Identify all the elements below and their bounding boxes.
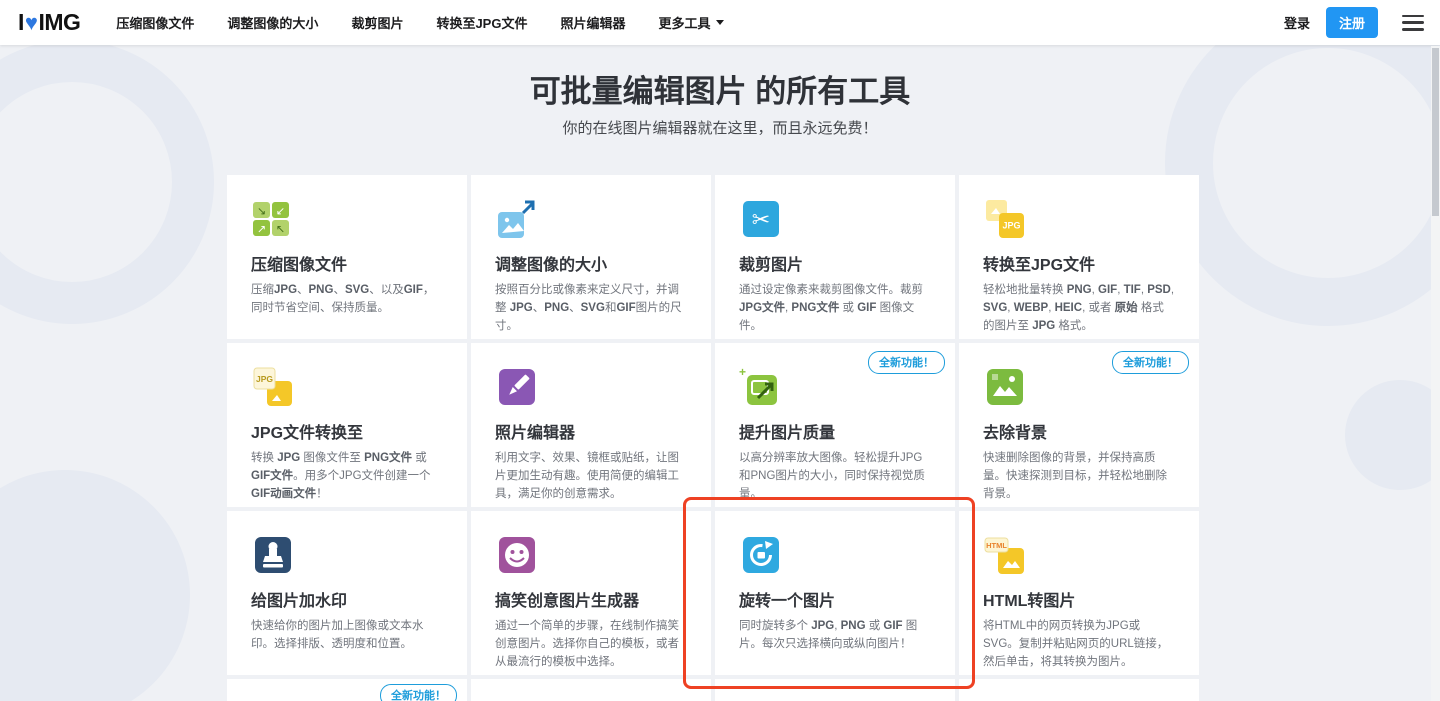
compress-image-icon: ↘ ↙ ↗ ↖: [251, 197, 295, 241]
navbar: I ♥ IMG 压缩图像文件 调整图像的大小 裁剪图片 转换至JPG文件 照片编辑器 更多…: [0, 0, 1440, 45]
tool-card[interactable]: 给图片加水印 快速给你的图片加上图像或文本水印。选择排版、透明度和位置。: [227, 511, 467, 675]
new-feature-badge: 全新功能！: [380, 684, 457, 701]
tool-card-description: 通过一个简单的步骤，在线制作搞笑创意图片。选择你自己的模板，或者从最流行的模板中…: [495, 620, 679, 668]
crop-image-icon: ✂: [739, 197, 783, 241]
tool-card[interactable]: 全新功能！ 去除背景 快速删除图像的背景，并保持高质量。快速探测到目标，并轻松地…: [959, 343, 1199, 507]
nav-item-convert-to-jpg[interactable]: 转换至JPG文件: [436, 13, 527, 32]
tool-card-title: 裁剪图片: [739, 257, 804, 274]
page: I ♥ IMG 压缩图像文件 调整图像的大小 裁剪图片 转换至JPG文件 照片编辑器 更多…: [0, 0, 1440, 701]
svg-text:JPG: JPG: [256, 374, 273, 384]
resize-image-icon: [495, 197, 539, 241]
tool-card-description: 将HTML中的网页转换为JPG或SVG。复制并粘贴网页的URL链接，然后单击，将…: [983, 620, 1169, 668]
tool-card-title: 旋转一个图片: [739, 593, 836, 610]
tool-card-description: 通过设定像素来裁剪图像文件。裁剪 JPG文件, PNG文件 或 GIF 图像文件…: [739, 284, 923, 332]
tool-card-title: JPG文件转换至: [251, 425, 364, 442]
site-logo[interactable]: I ♥ IMG: [18, 9, 81, 36]
tool-card[interactable]: [471, 679, 711, 701]
nav-menu: 压缩图像文件 调整图像的大小 裁剪图片 转换至JPG文件 照片编辑器 更多工具: [116, 13, 724, 32]
scrollbar-thumb[interactable]: [1432, 48, 1439, 216]
nav-item-label: 照片编辑器: [560, 16, 626, 31]
tool-card[interactable]: [959, 679, 1199, 701]
watermark-icon: [251, 533, 295, 577]
tool-card-description: 利用文字、效果、镜框或贴纸，让图片更加生动有趣。使用简便的编辑工具，满足你的创意…: [495, 452, 679, 500]
tools-grid: ↘ ↙ ↗ ↖ 压缩图像文件 压缩JPG、PNG、SVG、以及GIF，同时节省空…: [227, 175, 1199, 701]
html-to-image-icon: HTML: [983, 533, 1027, 577]
tool-card-description: 快速给你的图片加上图像或文本水印。选择排版、透明度和位置。: [251, 620, 424, 650]
svg-text:+: +: [739, 365, 746, 379]
decorative-circle: [1345, 380, 1440, 490]
tool-card-title: 压缩图像文件: [251, 257, 348, 274]
svg-text:✂: ✂: [752, 207, 770, 232]
tool-card[interactable]: JPG 转换至JPG文件 轻松地批量转换 PNG, GIF, TIF, PSD,…: [959, 175, 1199, 339]
page-subtitle: 你的在线图片编辑器就在这里，而且永远免费！: [562, 120, 878, 137]
tool-card[interactable]: 调整图像的大小 按照百分比或像素来定义尺寸，并调整 JPG、PNG、SVG和GI…: [471, 175, 711, 339]
tool-card-title: 给图片加水印: [251, 593, 348, 610]
tool-card[interactable]: 旋转一个图片 同时旋转多个 JPG, PNG 或 GIF 图片。每次只选择横向或…: [715, 511, 955, 675]
nav-item-label: 更多工具: [658, 16, 711, 31]
tool-card[interactable]: ↘ ↙ ↗ ↖ 压缩图像文件 压缩JPG、PNG、SVG、以及GIF，同时节省空…: [227, 175, 467, 339]
svg-text:↙: ↙: [276, 206, 285, 218]
logo-text-right: IMG: [38, 9, 81, 35]
tool-card-description: 压缩JPG、PNG、SVG、以及GIF，同时节省空间、保持质量。: [251, 284, 435, 314]
new-feature-badge: 全新功能！: [868, 351, 945, 374]
tool-card-title: 去除背景: [983, 425, 1048, 442]
logo-text-left: I: [18, 9, 24, 35]
tool-card[interactable]: 搞笑创意图片生成器 通过一个简单的步骤，在线制作搞笑创意图片。选择你自己的模板，…: [471, 511, 711, 675]
tool-card-description: 按照百分比或像素来定义尺寸，并调整 JPG、PNG、SVG和GIF图片的尺寸。: [495, 284, 682, 332]
svg-text:↘: ↘: [257, 206, 266, 218]
tool-card[interactable]: 照片编辑器 利用文字、效果、镜框或贴纸，让图片更加生动有趣。使用简便的编辑工具，…: [471, 343, 711, 507]
login-link[interactable]: 登录: [1284, 13, 1310, 32]
tool-card-title: 提升图片质量: [739, 425, 836, 442]
page-title: 可批量编辑图片 的所有工具: [529, 74, 911, 109]
nav-item-label: 调整图像的大小: [227, 16, 319, 31]
tool-card-description: 同时旋转多个 JPG, PNG 或 GIF 图片。每次只选择横向或纵向图片！: [739, 620, 918, 650]
decorative-circle: [0, 470, 190, 701]
nav-item-label: 压缩图像文件: [116, 16, 195, 31]
svg-text:↗: ↗: [257, 224, 266, 236]
upscale-image-icon: +: [739, 365, 783, 409]
convert-from-jpg-icon: JPG: [251, 365, 295, 409]
photo-editor-icon: [495, 365, 539, 409]
nav-item-photo-editor[interactable]: 照片编辑器: [560, 13, 625, 32]
tool-card-title: 转换至JPG文件: [983, 257, 1096, 274]
nav-item-resize-image[interactable]: 调整图像的大小: [227, 13, 318, 32]
tool-card-description: 以高分辨率放大图像。轻松提升JPG和PNG图片的大小，同时保持视觉质量。: [739, 452, 925, 500]
nav-item-more-tools[interactable]: 更多工具: [658, 13, 724, 32]
tool-card-title: 照片编辑器: [495, 425, 576, 442]
signup-button[interactable]: 注册: [1325, 7, 1378, 38]
tool-card-title: HTML转图片: [983, 593, 1076, 610]
tool-card[interactable]: [715, 679, 955, 701]
nav-item-label: 裁剪图片: [351, 16, 404, 31]
svg-text:JPG: JPG: [1002, 221, 1020, 231]
hamburger-menu-icon[interactable]: [1402, 14, 1424, 31]
tool-card-title: 搞笑创意图片生成器: [495, 593, 640, 610]
new-feature-badge: 全新功能！: [1112, 351, 1189, 374]
meme-generator-icon: [495, 533, 539, 577]
scrollbar-track[interactable]: [1431, 46, 1440, 701]
svg-text:↖: ↖: [276, 224, 285, 236]
nav-item-crop-image[interactable]: 裁剪图片: [351, 13, 403, 32]
tool-card[interactable]: HTML HTML转图片 将HTML中的网页转换为JPG或SVG。复制并粘贴网页…: [959, 511, 1199, 675]
hero-section: 可批量编辑图片 的所有工具 你的在线图片编辑器就在这里，而且永远免费！: [0, 45, 1440, 139]
tool-card[interactable]: 全新功能！ + 提升图片质量 以高分辨率放大图像。轻松提升JPG和PNG图片的大…: [715, 343, 955, 507]
chevron-down-icon: [715, 20, 724, 25]
tool-card[interactable]: ✂ 裁剪图片 通过设定像素来裁剪图像文件。裁剪 JPG文件, PNG文件 或 G…: [715, 175, 955, 339]
rotate-image-icon: [739, 533, 783, 577]
tool-card-description: 轻松地批量转换 PNG, GIF, TIF, PSD, SVG, WEBP, H…: [983, 284, 1175, 332]
tool-card[interactable]: 全新功能！: [227, 679, 467, 701]
remove-background-icon: [983, 365, 1027, 409]
tool-card-title: 调整图像的大小: [495, 257, 608, 274]
nav-item-label: 转换至JPG文件: [436, 16, 528, 31]
heart-icon: ♥: [24, 9, 38, 35]
tool-card-description: 快速删除图像的背景，并保持高质量。快速探测到目标，并轻松地删除背景。: [983, 452, 1167, 500]
nav-item-compress-image[interactable]: 压缩图像文件: [116, 13, 194, 32]
nav-right: 登录 注册: [1284, 7, 1424, 38]
tool-card-description: 转换 JPG 图像文件至 PNG文件 或 GIF文件。用多个JPG文件创建一个 …: [251, 452, 431, 500]
svg-text:HTML: HTML: [986, 541, 1007, 550]
convert-to-jpg-icon: JPG: [983, 197, 1027, 241]
tool-card[interactable]: JPG JPG文件转换至 转换 JPG 图像文件至 PNG文件 或 GIF文件。…: [227, 343, 467, 507]
